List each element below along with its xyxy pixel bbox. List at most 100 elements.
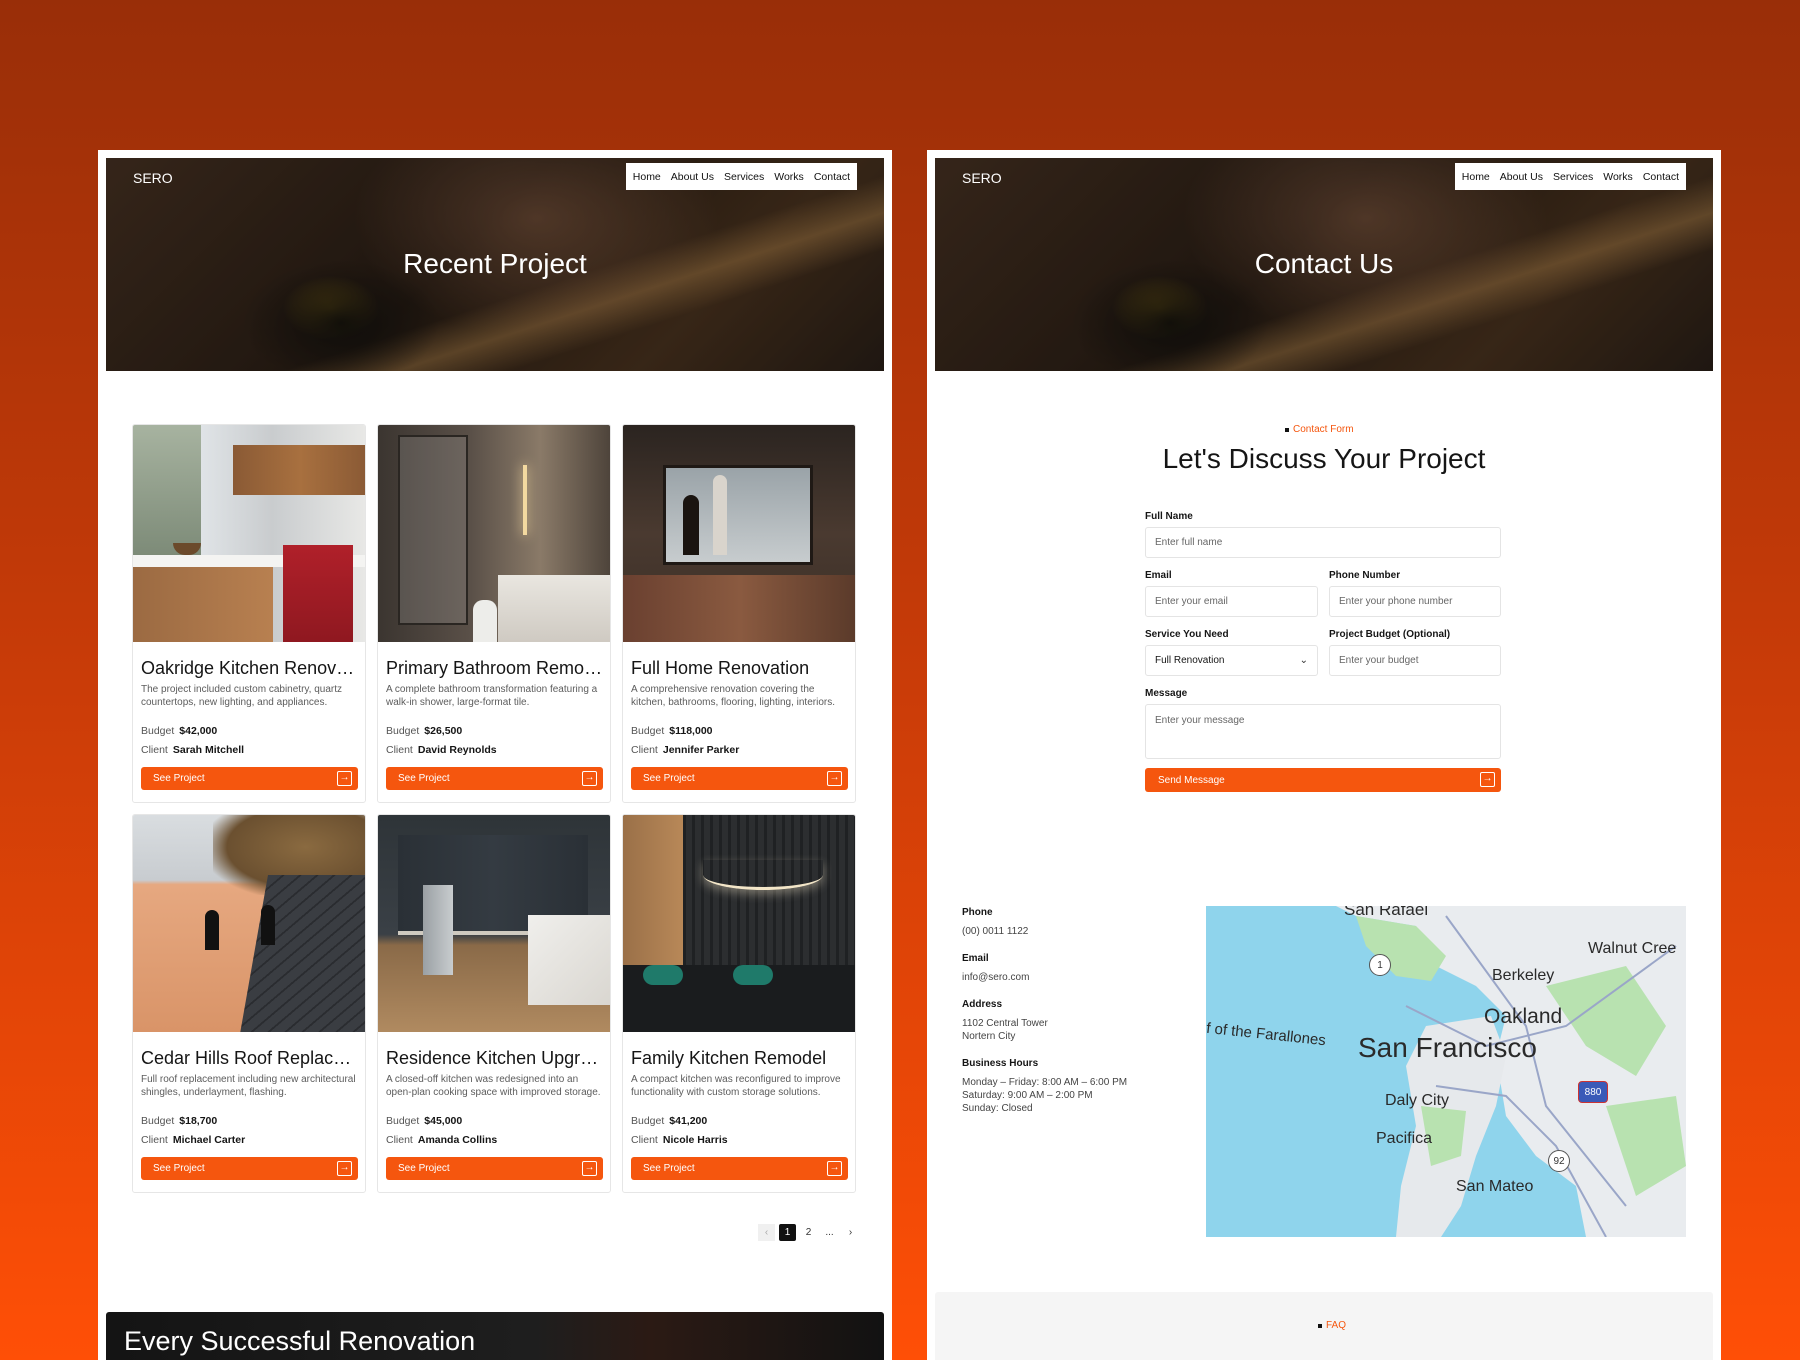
hours-line-3: Sunday: Closed bbox=[962, 1103, 1033, 1114]
arrow-right-icon: → bbox=[337, 1161, 352, 1176]
project-client: Client Sarah Mitchell bbox=[141, 744, 245, 756]
faq-section: FAQ bbox=[935, 1292, 1713, 1360]
nav-home[interactable]: Home bbox=[1462, 171, 1490, 183]
phone-label: Phone Number bbox=[1329, 570, 1401, 581]
chevron-down-icon: ⌄ bbox=[1299, 655, 1308, 666]
hours-line-1: Monday – Friday: 8:00 AM – 6:00 PM bbox=[962, 1077, 1128, 1088]
project-title: Cedar Hills Roof Replacement bbox=[141, 1048, 359, 1068]
nav-bar: Home About Us Services Works Contact bbox=[1454, 163, 1686, 190]
map-label-berkeley: Berkeley bbox=[1492, 967, 1555, 984]
map-label-oakland: Oakland bbox=[1484, 1005, 1563, 1028]
email-info-value[interactable]: info@sero.com bbox=[962, 971, 1029, 984]
send-message-button[interactable]: Send Message → bbox=[1145, 768, 1501, 792]
pagination: ‹ 1 2 ... › bbox=[758, 1224, 859, 1241]
project-client: Client David Reynolds bbox=[386, 744, 497, 756]
project-image-home[interactable] bbox=[623, 425, 855, 642]
project-card: Oakridge Kitchen Renovation The project … bbox=[132, 424, 366, 803]
project-description: A complete bathroom transformation featu… bbox=[386, 684, 598, 708]
hero-banner: SERO Home About Us Services Works Contac… bbox=[106, 158, 884, 371]
bullet-icon bbox=[1285, 427, 1289, 432]
project-description: A closed-off kitchen was redesigned into… bbox=[386, 1074, 601, 1098]
budget-input[interactable]: Enter your budget bbox=[1329, 645, 1501, 676]
project-image-kitchen-dark[interactable] bbox=[378, 815, 610, 1032]
project-budget: Budget $18,700 bbox=[141, 1115, 218, 1127]
service-label: Service You Need bbox=[1145, 629, 1229, 640]
email-label: Email bbox=[1145, 570, 1172, 581]
budget-label: Project Budget (Optional) bbox=[1329, 629, 1451, 640]
project-title: Residence Kitchen Upgrade bbox=[386, 1048, 604, 1068]
arrow-right-icon: → bbox=[1480, 772, 1495, 787]
project-title: Primary Bathroom Remodel bbox=[386, 658, 604, 678]
arrow-right-icon: → bbox=[337, 771, 352, 786]
project-image-kitchen[interactable] bbox=[133, 425, 365, 642]
form-title: Let's Discuss Your Project bbox=[1162, 443, 1486, 474]
message-textarea[interactable]: Enter your message bbox=[1145, 704, 1501, 759]
project-image-roof[interactable] bbox=[133, 815, 365, 1032]
pagination-page-2[interactable]: 2 bbox=[800, 1224, 817, 1241]
arrow-right-icon: → bbox=[827, 1161, 842, 1176]
project-card: Family Kitchen Remodel A compact kitchen… bbox=[622, 814, 856, 1193]
see-project-button[interactable]: See Project → bbox=[386, 767, 603, 790]
email-info-label: Email bbox=[962, 953, 989, 964]
section-eyebrow: Contact Form bbox=[1285, 424, 1354, 435]
project-card: Full Home Renovation A comprehensive ren… bbox=[622, 424, 856, 803]
pagination-next[interactable]: › bbox=[842, 1224, 859, 1241]
arrow-right-icon: → bbox=[582, 1161, 597, 1176]
pagination-prev[interactable]: ‹ bbox=[758, 1224, 775, 1241]
project-card: Residence Kitchen Upgrade A closed-off k… bbox=[377, 814, 611, 1193]
page-title: Contact Us bbox=[1254, 248, 1394, 279]
see-project-button[interactable]: See Project → bbox=[141, 1157, 358, 1180]
map-label-walnut-creek: Walnut Cree bbox=[1588, 940, 1677, 957]
bullet-icon bbox=[1318, 1323, 1322, 1328]
see-project-button[interactable]: See Project → bbox=[631, 767, 848, 790]
address-info-label: Address bbox=[962, 999, 1003, 1010]
service-select[interactable]: Full Renovation ⌄ bbox=[1145, 645, 1318, 676]
nav-contact[interactable]: Contact bbox=[1643, 171, 1679, 183]
map-label-san-rafael: San Rafael bbox=[1344, 906, 1429, 919]
map-label-san-mateo: San Mateo bbox=[1456, 1178, 1534, 1195]
see-project-button[interactable]: See Project → bbox=[141, 767, 358, 790]
email-input[interactable]: Enter your email bbox=[1145, 586, 1318, 617]
project-card: Cedar Hills Roof Replacement Full roof r… bbox=[132, 814, 366, 1193]
project-budget: Budget $118,000 bbox=[631, 725, 713, 737]
project-budget: Budget $41,200 bbox=[631, 1115, 708, 1127]
hours-info-label: Business Hours bbox=[962, 1058, 1039, 1069]
project-description: Full roof replacement including new arch… bbox=[141, 1074, 356, 1098]
full-name-input[interactable]: Enter full name bbox=[1145, 527, 1501, 558]
project-client: Client Jennifer Parker bbox=[631, 744, 740, 756]
project-image-bathroom[interactable] bbox=[378, 425, 610, 642]
project-budget: Budget $45,000 bbox=[386, 1115, 463, 1127]
see-project-button[interactable]: See Project → bbox=[631, 1157, 848, 1180]
highway-1-icon: 1 bbox=[1369, 954, 1391, 976]
project-client: Client Amanda Collins bbox=[386, 1134, 498, 1146]
brand-logo[interactable]: SERO bbox=[962, 170, 1002, 186]
nav-home[interactable]: Home bbox=[633, 171, 661, 183]
pagination-ellipsis: ... bbox=[825, 1227, 834, 1238]
project-budget: Budget $42,000 bbox=[141, 725, 218, 737]
nav-contact[interactable]: Contact bbox=[814, 171, 850, 183]
address-line-2: Nortern City bbox=[962, 1031, 1016, 1042]
page-title: Recent Project bbox=[403, 248, 587, 279]
highway-92-icon: 92 bbox=[1548, 1150, 1570, 1172]
cta-banner: Every Successful Renovation bbox=[106, 1312, 884, 1360]
map-label-pacifica: Pacifica bbox=[1376, 1130, 1433, 1147]
location-map[interactable]: San Rafael Walnut Cree Berkeley Oakland … bbox=[1206, 906, 1686, 1237]
phone-input[interactable]: Enter your phone number bbox=[1329, 586, 1501, 617]
nav-works[interactable]: Works bbox=[1603, 171, 1633, 183]
project-budget: Budget $26,500 bbox=[386, 725, 463, 737]
project-card: Primary Bathroom Remodel A complete bath… bbox=[377, 424, 611, 803]
arrow-right-icon: → bbox=[827, 771, 842, 786]
project-client: Client Nicole Harris bbox=[631, 1134, 728, 1146]
nav-works[interactable]: Works bbox=[774, 171, 804, 183]
nav-about[interactable]: About Us bbox=[1500, 171, 1543, 183]
nav-services[interactable]: Services bbox=[1553, 171, 1593, 183]
phone-info-value[interactable]: (00) 0011 1122 bbox=[962, 925, 1028, 938]
brand-logo[interactable]: SERO bbox=[133, 170, 173, 186]
nav-services[interactable]: Services bbox=[724, 171, 764, 183]
see-project-button[interactable]: See Project → bbox=[386, 1157, 603, 1180]
project-image-family-kitchen[interactable] bbox=[623, 815, 855, 1032]
map-label-san-francisco: San Francisco bbox=[1358, 1032, 1537, 1063]
pagination-page-1[interactable]: 1 bbox=[779, 1224, 796, 1241]
nav-about[interactable]: About Us bbox=[671, 171, 714, 183]
hero-banner: SERO Home About Us Services Works Contac… bbox=[935, 158, 1713, 371]
